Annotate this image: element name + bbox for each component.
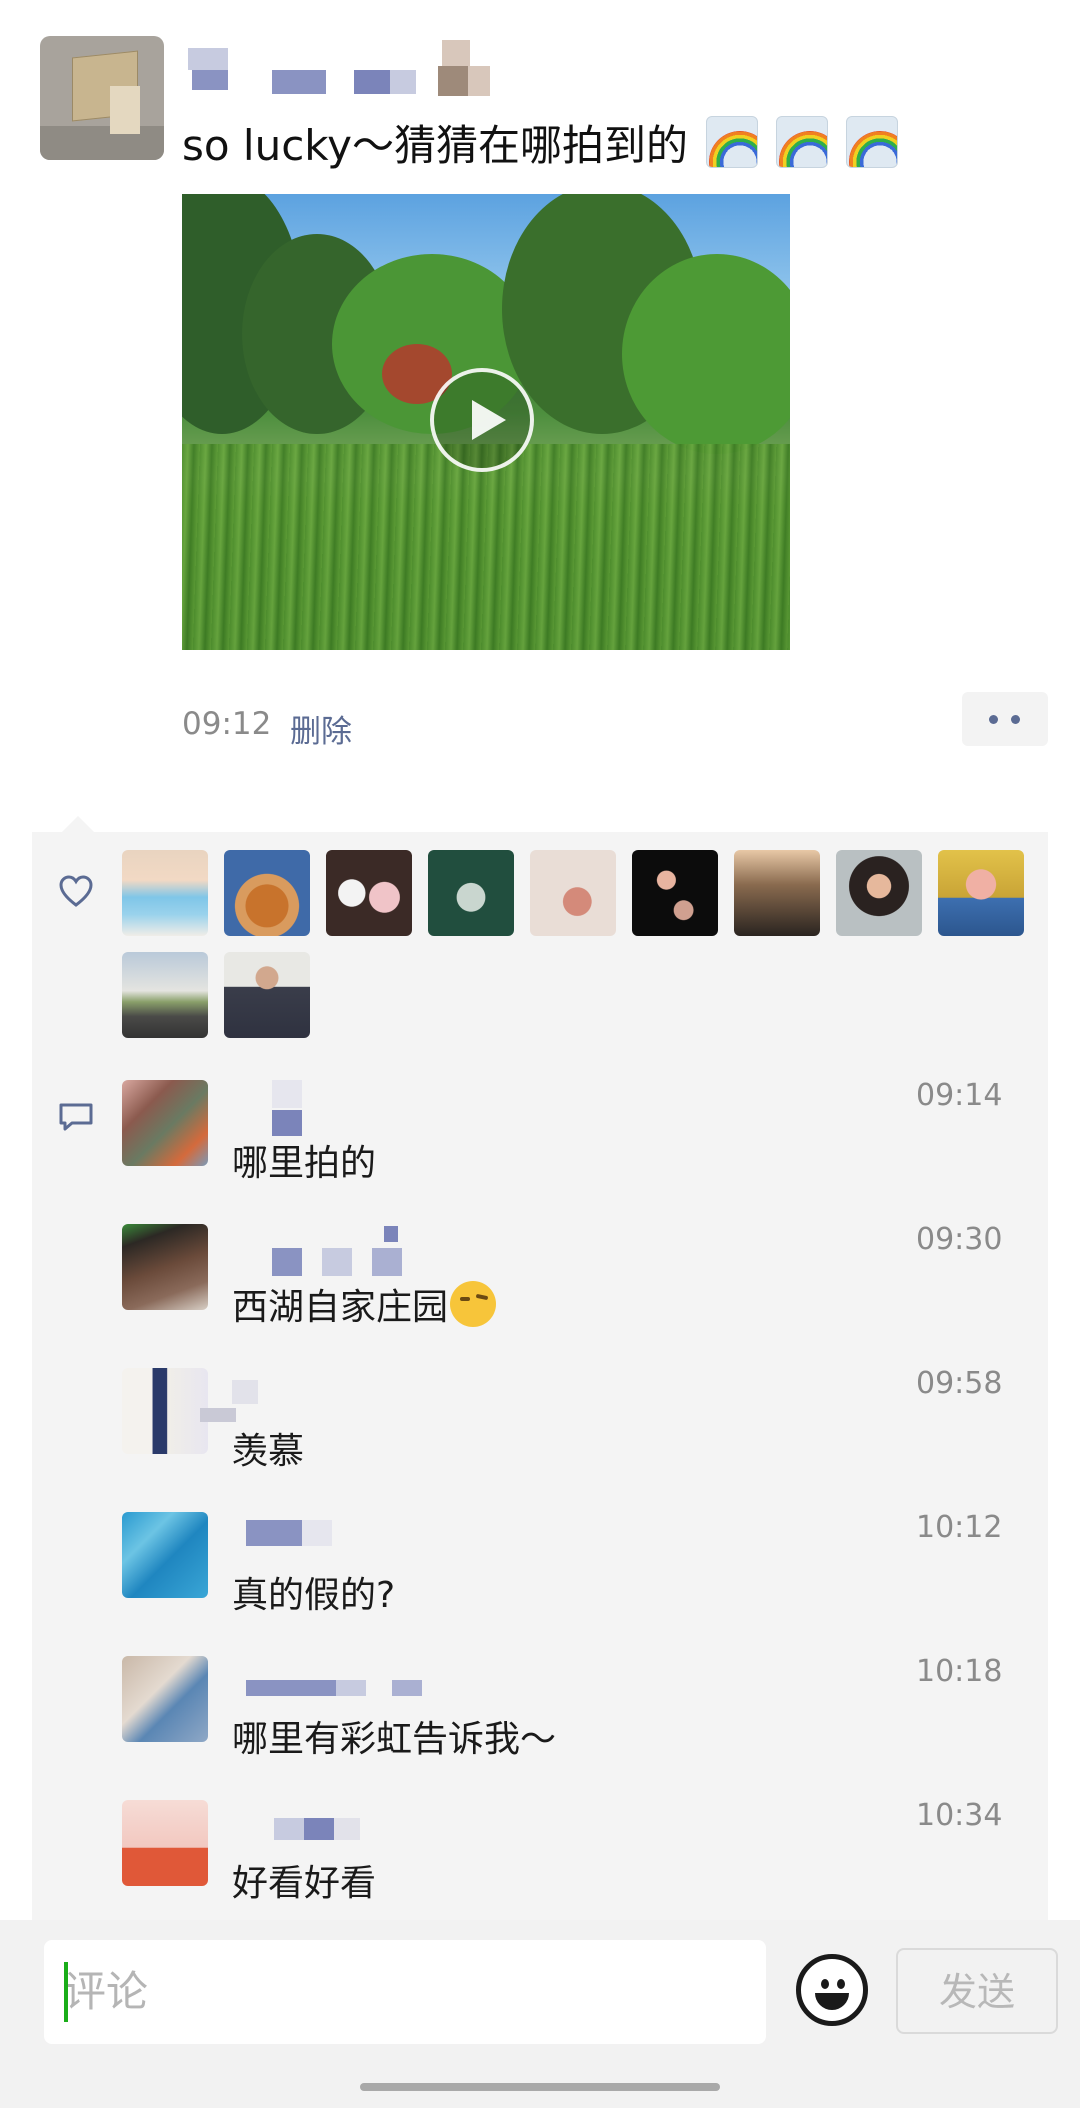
author-avatar[interactable] (40, 36, 164, 160)
author-name-redacted[interactable] (182, 40, 502, 98)
liker-avatar[interactable] (224, 850, 310, 936)
liker-avatar[interactable] (428, 850, 514, 936)
comment-time: 09:30 (916, 1222, 1003, 1257)
comment-time: 09:58 (916, 1366, 1003, 1401)
text-caret (64, 1962, 68, 2022)
liker-avatar[interactable] (326, 850, 412, 936)
commenter-avatar[interactable] (122, 1656, 208, 1742)
commenter-name-redacted[interactable] (200, 1366, 432, 1422)
commenter-avatar[interactable] (122, 1080, 208, 1166)
comment-time: 10:12 (916, 1510, 1003, 1545)
commenter-name-redacted[interactable] (232, 1080, 432, 1136)
commenter-avatar[interactable] (122, 1368, 208, 1454)
comment-text: 好看好看 (232, 1863, 377, 1904)
rainbow-emoji-icon (706, 116, 758, 168)
comment-time: 10:18 (916, 1654, 1003, 1689)
comment-bubble-icon (59, 1103, 93, 1131)
comment-text: 哪里拍的 (232, 1143, 377, 1184)
emoji-smile-icon[interactable] (796, 1954, 868, 2026)
commenter-name-redacted[interactable] (232, 1510, 432, 1546)
comment-text-content: 西湖自家庄园 (232, 1287, 449, 1328)
liker-avatar[interactable] (122, 952, 208, 1038)
liker-avatar[interactable] (530, 850, 616, 936)
liker-avatar[interactable] (938, 850, 1024, 936)
post-time: 09:12 (182, 706, 272, 742)
comment-input[interactable]: 评论 (44, 1940, 766, 2044)
comment-input-placeholder: 评论 (64, 1967, 149, 2016)
liker-avatar[interactable] (836, 850, 922, 936)
liker-avatar[interactable] (122, 850, 208, 936)
comment-time: 09:14 (916, 1078, 1003, 1113)
comment-text: 西湖自家庄园 (232, 1278, 497, 1330)
home-indicator[interactable] (360, 2083, 720, 2091)
more-dots-icon[interactable] (962, 692, 1048, 746)
comment-time: 10:34 (916, 1798, 1003, 1833)
liker-avatar[interactable] (224, 952, 310, 1038)
post-text: so lucky～猜猜在哪拍到的 (182, 112, 898, 173)
liker-avatar[interactable] (734, 850, 820, 936)
comment-text: 真的假的? (232, 1575, 396, 1616)
rainbow-emoji-icon (776, 116, 828, 168)
heart-icon (59, 875, 93, 907)
commenter-name-redacted[interactable] (232, 1654, 432, 1696)
commenter-avatar[interactable] (122, 1800, 208, 1886)
commenter-name-redacted[interactable] (232, 1798, 432, 1840)
comment-text: 哪里有彩虹告诉我～ (232, 1719, 557, 1760)
commenter-name-redacted[interactable] (232, 1222, 432, 1276)
commenter-avatar[interactable] (122, 1224, 208, 1310)
rainbow-emoji-icon (846, 116, 898, 168)
send-button[interactable]: 发送 (896, 1948, 1058, 2034)
delete-link[interactable]: 删除 (290, 706, 352, 751)
smirk-emoji-icon (450, 1281, 497, 1327)
commenter-avatar[interactable] (122, 1512, 208, 1598)
post-text-content: so lucky～猜猜在哪拍到的 (182, 121, 688, 170)
comment-text: 羡慕 (232, 1431, 305, 1472)
play-icon[interactable] (430, 368, 534, 472)
liker-avatar[interactable] (632, 850, 718, 936)
